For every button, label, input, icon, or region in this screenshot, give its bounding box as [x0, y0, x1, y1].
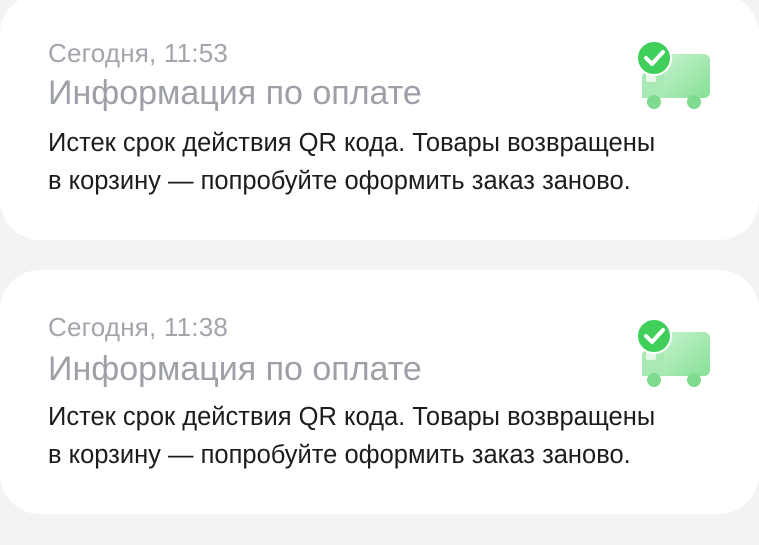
notification-title: Информация по оплате [48, 350, 422, 388]
notifications-feed: Сегодня, 11:53 Информация по оплате Исте… [0, 0, 759, 545]
notification-card[interactable]: Сегодня, 11:53 Информация по оплате Исте… [0, 0, 759, 240]
delivery-truck-check-icon [634, 314, 714, 394]
delivery-truck-check-icon [634, 36, 714, 116]
notification-time: Сегодня, 11:53 [48, 38, 229, 68]
notification-body: Истек срок действия QR кода. Товары возв… [48, 398, 728, 474]
notification-card[interactable]: Сегодня, 11:38 Информация по оплате Исте… [0, 270, 759, 514]
notification-body: Истек срок действия QR кода. Товары возв… [48, 124, 728, 200]
notification-body-line: в корзину — попробуйте оформить заказ за… [48, 167, 631, 195]
notification-body-line: Истек срок действия QR кода. Товары возв… [48, 403, 656, 431]
notification-title: Информация по оплате [48, 74, 422, 112]
notification-body-line: в корзину — попробуйте оформить заказ за… [48, 441, 631, 469]
notification-body-line: Истек срок действия QR кода. Товары возв… [48, 129, 656, 157]
notification-time: Сегодня, 11:38 [48, 312, 229, 342]
